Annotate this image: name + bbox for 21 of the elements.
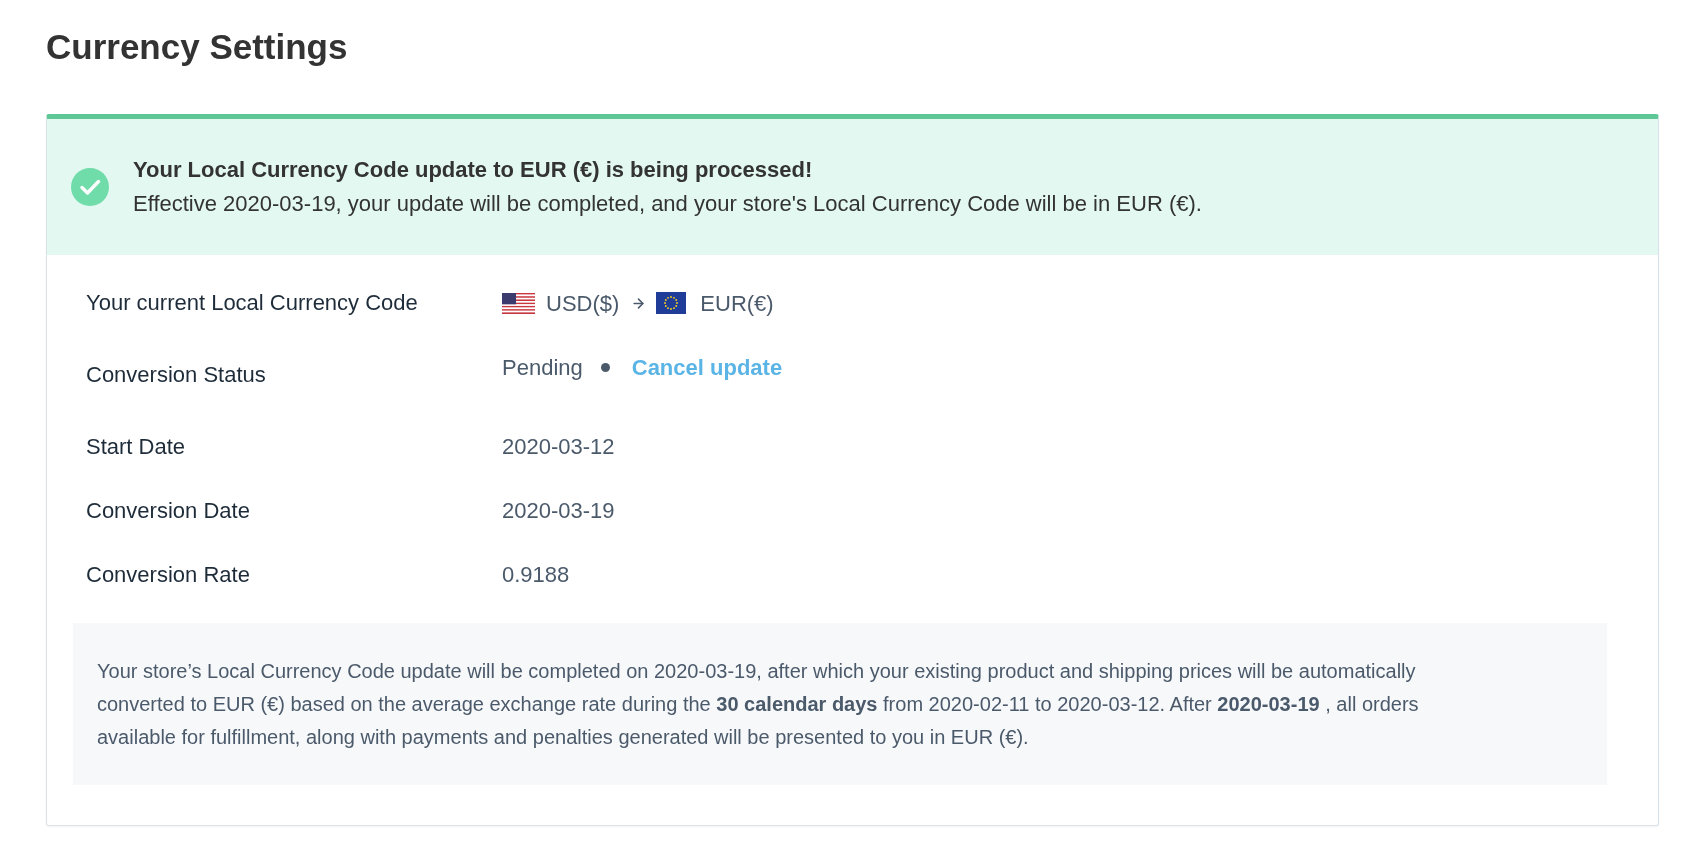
separator-dot-icon [600,362,610,372]
currency-value: EUR(€) [700,289,774,318]
field-label: Start Date [86,433,186,461]
status-value: Pending [502,353,583,382]
field-label: Conversion Status [86,361,266,389]
cancel-update-link[interactable]: Cancel update [631,350,783,384]
notice-title: Your Local Currency Code update to EUR (€) is being processed! [133,156,813,184]
field-value: 2020-03-12 [502,433,615,461]
field-label: Conversion Date [86,497,250,525]
us-flag-icon [502,292,535,314]
currency-value: USD($) [546,289,620,318]
check-circle-icon [71,168,109,206]
field-value: 0.9188 [502,561,570,589]
field-label: Conversion Rate [86,561,250,589]
note-text: Your store’s Local Currency Code update will be completed on 2020-03-19, after which your existing product and shipping prices will be automatically converted to EUR (€) based on the average exchange rate during the 30 calendar days from 2020-02-11 to 2020-03-12. After 2020-03-19, all orders available for fulfillment, along with payments and penalties generated will be presented to you in EUR (€). [97,659,1420,750]
page-title: Currency Settings [46,26,348,68]
eu-flag-icon [656,292,687,314]
field-value: 2020-03-19 [502,497,615,525]
arrow-right-icon [631,295,647,311]
notice-message: Effective 2020-03-19, your update will be completed, and your store's Local Currency Code will be in EUR (€). [133,190,1202,218]
field-label: Your current Local Currency Code [86,289,418,317]
